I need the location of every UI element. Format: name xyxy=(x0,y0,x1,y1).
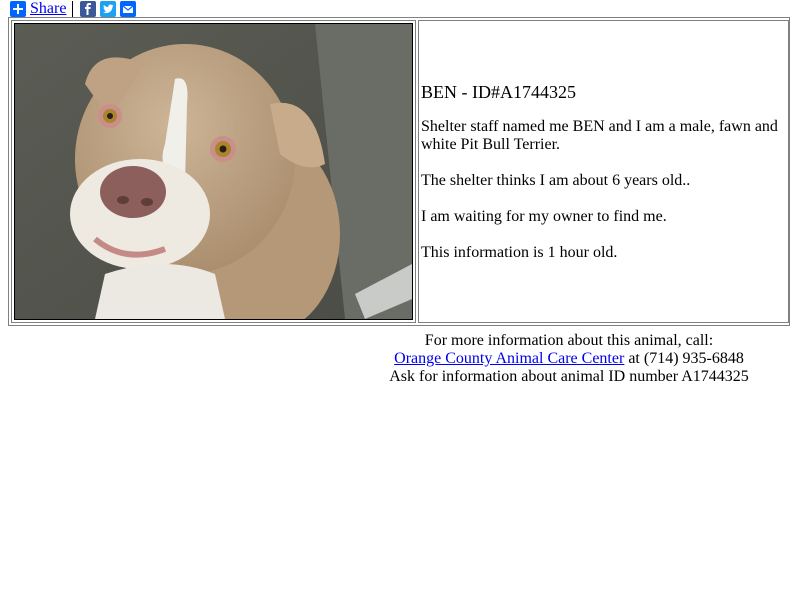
animal-id-note: Ask for information about animal ID numb… xyxy=(389,368,749,385)
animal-description: Shelter staff named me BEN and I am a ma… xyxy=(421,117,778,153)
photo-cell xyxy=(11,20,416,323)
share-link[interactable]: Share xyxy=(30,1,66,17)
share-divider xyxy=(72,1,74,17)
animal-status: I am waiting for my owner to find me. xyxy=(421,207,667,225)
contact-info: For more information about this animal, … xyxy=(340,332,798,386)
animal-age: The shelter thinks I am about 6 years ol… xyxy=(421,171,691,189)
facebook-icon[interactable] xyxy=(80,1,97,17)
twitter-icon[interactable] xyxy=(100,1,117,17)
animal-title: BEN - ID#A1744325 xyxy=(421,81,576,102)
contact-intro: For more information about this animal, … xyxy=(424,332,714,349)
share-plus-icon[interactable] xyxy=(10,1,26,17)
shelter-link[interactable]: Orange County Animal Care Center xyxy=(394,350,624,367)
email-icon[interactable] xyxy=(120,1,137,17)
share-toolbar: Share xyxy=(10,1,140,17)
info-age: This information is 1 hour old. xyxy=(421,243,618,261)
contact-line: Orange County Animal Care Center at (714… xyxy=(340,350,798,368)
animal-photo xyxy=(14,23,413,320)
phone-number: at (714) 935-6848 xyxy=(624,350,744,367)
animal-info: BEN - ID#A1744325 Shelter staff named me… xyxy=(418,20,789,323)
animal-card: BEN - ID#A1744325 Shelter staff named me… xyxy=(8,17,790,326)
